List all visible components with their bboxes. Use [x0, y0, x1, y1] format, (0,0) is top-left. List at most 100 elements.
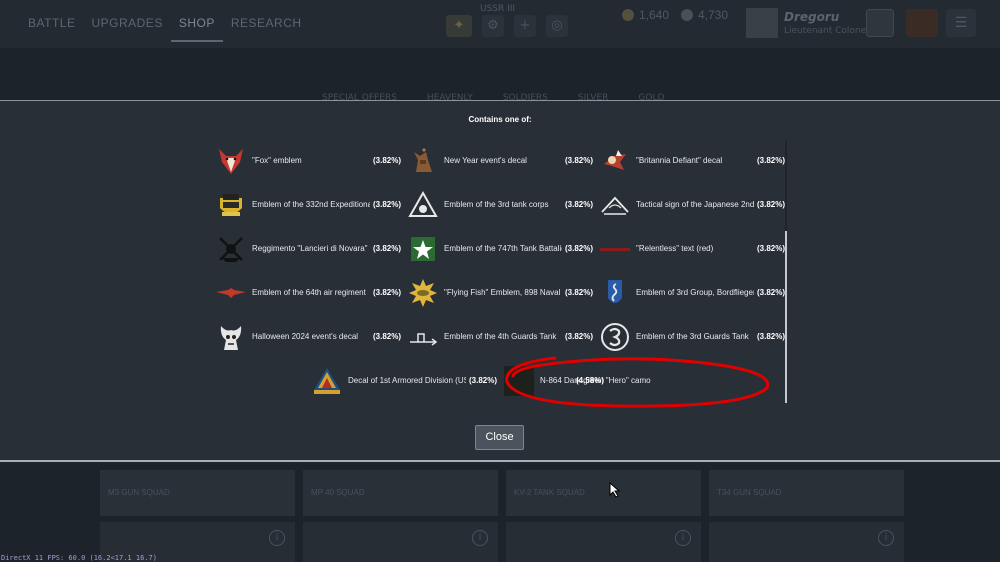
reward-name: "Fox" emblem [252, 156, 302, 165]
japanese-tactical-sign-icon [599, 189, 631, 221]
1st-armored-division-icon [311, 365, 343, 397]
silver-currency[interactable]: 4,730 [681, 8, 728, 22]
modal-title: Contains one of: [468, 115, 532, 124]
reward-chance: (3.82%) [372, 244, 401, 253]
gold-coin-icon [622, 9, 634, 21]
reward-name: Halloween 2024 event's decal [252, 332, 359, 341]
silver-coin-icon [681, 9, 693, 21]
avatar [746, 8, 778, 38]
64th-air-regiment-icon [215, 277, 247, 309]
clan-badge-icon[interactable] [906, 9, 938, 37]
target-icon[interactable]: ◎ [546, 15, 568, 37]
reward-item[interactable]: "Fox" emblem (3.82%) [215, 141, 401, 181]
reward-item[interactable]: "Flying Fish" Emblem, 898 Naval (3.82%) [407, 273, 593, 313]
reward-chance: (3.82%) [564, 200, 593, 209]
reward-chance: (3.82%) [756, 288, 785, 297]
reward-item[interactable]: "Relentless" text (red) (3.82%) [599, 229, 785, 269]
profile-rank: Lieutenant Colonel [784, 26, 869, 36]
scrollbar[interactable] [785, 141, 787, 403]
info-icon[interactable]: i [675, 530, 691, 546]
scrollbar-thumb[interactable] [785, 231, 787, 403]
reward-item[interactable]: Emblem of the 64th air regiment (3.82%) [215, 273, 401, 313]
shop-card[interactable]: T34 GUN SQUAD [709, 470, 904, 516]
shop-card[interactable]: i [303, 522, 498, 562]
reward-chance: (3.82%) [564, 244, 593, 253]
reward-item[interactable]: Halloween 2024 event's decal (3.82%) [215, 317, 401, 357]
shop-cards: M3 GUN SQUAD MP 40 SQUAD KV-2 TANK SQUAD… [100, 470, 904, 516]
info-icon[interactable]: i [878, 530, 894, 546]
reward-item[interactable]: N-864 Dark green "Hero" camo (4.58%) [503, 361, 689, 401]
plus-icon[interactable]: + [514, 15, 536, 37]
reward-chance: (3.82%) [756, 156, 785, 165]
reward-chance: (3.82%) [756, 244, 785, 253]
medal-icon[interactable]: ✦ [446, 15, 472, 37]
lancieri-novara-icon [215, 233, 247, 265]
rank-badge-icon[interactable] [866, 9, 894, 37]
close-button[interactable]: Close [475, 425, 524, 450]
reward-chance: (3.82%) [372, 288, 401, 297]
silver-amount: 4,730 [698, 8, 729, 22]
reward-name: New Year event's decal [444, 156, 527, 165]
reward-chance: (3.82%) [564, 332, 593, 341]
reward-chance: (3.82%) [372, 200, 401, 209]
4th-guards-tank-icon [407, 321, 439, 353]
new-year-decal-icon [407, 145, 439, 177]
menu-button[interactable]: ☰ [946, 9, 976, 37]
reward-item[interactable]: Emblem of the 4th Guards Tank (3.82%) [407, 317, 593, 357]
reward-name: Emblem of 3rd Group, Bordflieger [636, 288, 754, 297]
nav-research[interactable]: RESEARCH [223, 14, 310, 42]
reward-name: Reggimento "Lancieri di Novara" [252, 244, 368, 253]
camo-swatch [504, 366, 534, 396]
nav-battle[interactable]: BATTLE [20, 14, 83, 42]
camo-swatch-icon [503, 365, 535, 397]
reward-name: Decal of 1st Armored Division (US) [348, 376, 466, 385]
flying-fish-icon [407, 277, 439, 309]
seahorse-emblem-icon [599, 277, 631, 309]
nav-shop[interactable]: SHOP [170, 14, 223, 42]
shop-card[interactable]: MP 40 SQUAD [303, 470, 498, 516]
shop-cards-row2: i i i i [100, 522, 904, 562]
3rd-tank-corps-icon [407, 189, 439, 221]
profile-name: Dregoru [784, 10, 840, 24]
reward-item[interactable]: Emblem of the 3rd tank corps (3.82%) [407, 185, 593, 225]
reward-chance: (3.82%) [756, 200, 785, 209]
332nd-emblem-icon [215, 189, 247, 221]
shop-card[interactable]: i [506, 522, 701, 562]
reward-item[interactable]: Emblem of the 747th Tank Battalion (3.82… [407, 229, 593, 269]
mouse-cursor-icon [609, 482, 621, 498]
reward-chance: (4.58%) [575, 376, 604, 385]
top-tools: ✦ ⚙ + ◎ [446, 15, 568, 37]
reward-item[interactable]: Decal of 1st Armored Division (US) (3.82… [311, 361, 497, 401]
shop-card[interactable]: i [709, 522, 904, 562]
user-label: USSR III [480, 4, 516, 14]
relentless-text-icon [599, 233, 631, 265]
reward-name: Emblem of the 3rd tank corps [444, 200, 549, 209]
reward-chance: (3.82%) [468, 376, 497, 385]
fox-emblem-icon [215, 145, 247, 177]
gold-currency[interactable]: 1,640 [622, 8, 669, 22]
shop-card[interactable]: KV-2 TANK SQUAD [506, 470, 701, 516]
reward-item[interactable]: "Britannia Defiant" decal (3.82%) [599, 141, 785, 181]
reward-chance: (3.82%) [372, 332, 401, 341]
reward-item[interactable]: Reggimento "Lancieri di Novara" (3.82%) [215, 229, 401, 269]
reward-chance: (3.82%) [564, 288, 593, 297]
halloween-decal-icon [215, 321, 247, 353]
reward-item[interactable]: New Year event's decal (3.82%) [407, 141, 593, 181]
reward-item[interactable]: Emblem of 3rd Group, Bordflieger (3.82%) [599, 273, 785, 313]
gear-icon[interactable]: ⚙ [482, 15, 504, 37]
info-icon[interactable]: i [269, 530, 285, 546]
reward-name: Emblem of the 747th Tank Battalion [444, 244, 562, 253]
reward-chance: (3.82%) [564, 156, 593, 165]
reward-item[interactable]: Tactical sign of the Japanese 2nd (3.82%… [599, 185, 785, 225]
info-icon[interactable]: i [472, 530, 488, 546]
reward-item[interactable]: Emblem of the 332nd Expeditionary (3.82%… [215, 185, 401, 225]
status-bar: DirectX 11 FPS: 60.0 (16.2<17.1 16.7) [1, 554, 157, 562]
gold-amount: 1,640 [639, 8, 670, 22]
reward-name: Emblem of the 4th Guards Tank [444, 332, 557, 341]
747th-emblem-icon [407, 233, 439, 265]
shop-card[interactable]: M3 GUN SQUAD [100, 470, 295, 516]
reward-item[interactable]: Emblem of the 3rd Guards Tank (3.82%) [599, 317, 785, 357]
reward-chance: (3.82%) [372, 156, 401, 165]
nav-upgrades[interactable]: UPGRADES [83, 14, 170, 42]
reward-name: Emblem of the 332nd Expeditionary [252, 200, 370, 209]
